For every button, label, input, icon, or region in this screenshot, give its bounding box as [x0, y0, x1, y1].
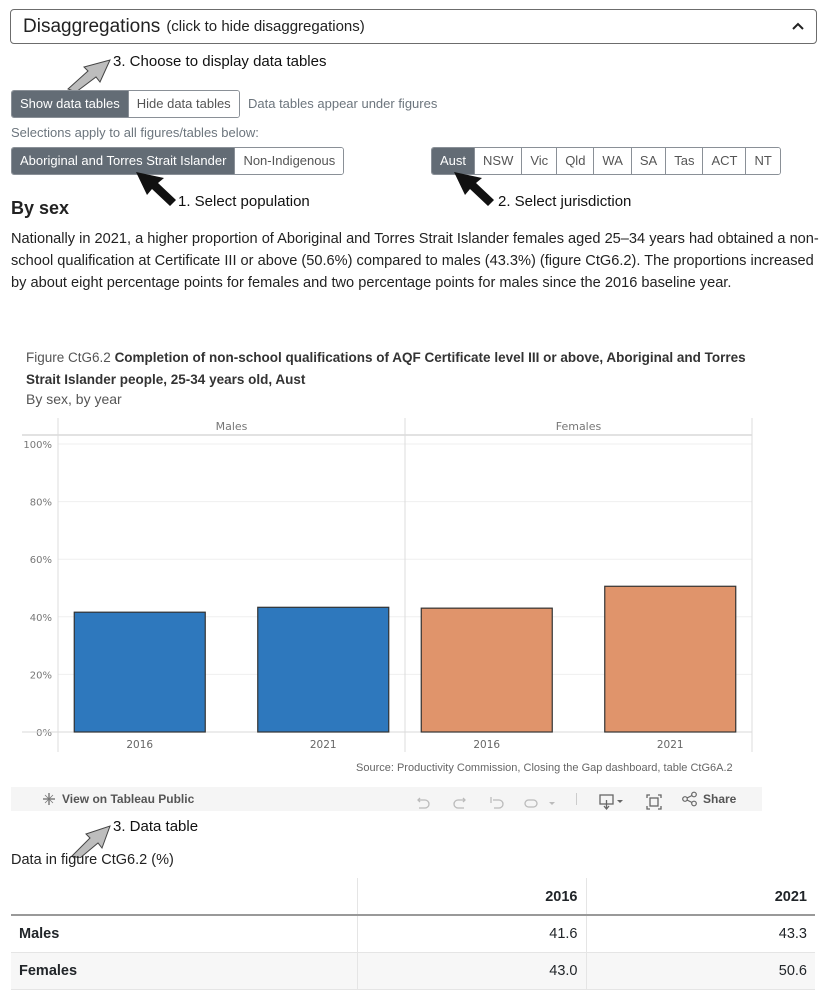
undo-icon[interactable] [415, 791, 431, 815]
pause-dropdown-icon[interactable] [547, 791, 557, 815]
jurisdiction-vic[interactable]: Vic [522, 148, 558, 174]
jurisdiction-tas[interactable]: Tas [666, 148, 704, 174]
bar-chart: 0% 20% 40% 60% 80% 100% Males 2016 2021 Females 20… [22, 418, 753, 752]
y-tick-label: 60% [30, 555, 52, 566]
refresh-icon[interactable] [523, 791, 539, 815]
bar-females-2021 [604, 585, 737, 733]
toolbar-divider [576, 793, 577, 805]
jurisdiction-sa[interactable]: SA [631, 148, 667, 174]
y-tick-label: 20% [30, 670, 52, 681]
share-label: Share [703, 792, 737, 806]
y-tick-label: 40% [30, 613, 52, 624]
figure-subtitle: By sex, by year [26, 391, 122, 407]
chevron-up-icon[interactable] [790, 18, 806, 34]
annotation-select-population: 1. Select population [178, 193, 310, 210]
figure-title: Figure CtG6.2 Completion of non-school q… [26, 347, 766, 391]
section-paragraph: Nationally in 2021, a higher proportion … [11, 231, 819, 291]
show-data-tables-button[interactable]: Show data tables [12, 91, 129, 117]
table-row: Males 41.6 43.3 [11, 915, 815, 952]
black-arrow-annotation-icon [454, 172, 494, 206]
jurisdiction-qld[interactable]: Qld [557, 148, 595, 174]
annotation-select-jurisdiction: 2. Select jurisdiction [498, 193, 632, 210]
figure-label: Figure CtG6.2 [26, 350, 111, 365]
data-tables-toggle-group: Show data tables Hide data tables [11, 90, 240, 118]
bar-females-2016 [420, 607, 553, 733]
y-tick-label: 100% [23, 440, 52, 451]
revert-icon[interactable] [489, 791, 505, 815]
figure-title-text: Completion of non-school qualifications … [26, 350, 746, 387]
table-row: Females 43.0 50.6 [11, 952, 815, 989]
data-table-title: Data in figure CtG6.2 (%) [11, 852, 174, 868]
tableau-toolbar: View on Tableau Public Share [11, 787, 762, 811]
data-table-header-2021: 2021 [585, 878, 815, 916]
annotation-choose-tables: 3. Choose to display data tables [113, 53, 327, 70]
x-tick-label: 2016 [473, 739, 500, 751]
data-table-header-blank [11, 878, 357, 916]
bar-males-2016 [73, 611, 206, 733]
y-tick-label: 80% [30, 498, 52, 509]
data-tables-note: Data tables appear under figures [248, 96, 438, 111]
section-heading: By sex [11, 198, 70, 218]
view-on-tableau-link[interactable]: View on Tableau Public [41, 787, 194, 811]
black-arrow-annotation-icon [136, 172, 176, 206]
table-cell: 41.6 [356, 915, 586, 952]
disaggregations-toggle[interactable]: Disaggregations (click to hide disaggreg… [10, 9, 817, 44]
jurisdiction-nt[interactable]: NT [746, 148, 780, 174]
x-tick-label: 2021 [310, 739, 337, 751]
fullscreen-icon[interactable] [645, 790, 663, 814]
bar-males-2021 [257, 606, 390, 733]
table-cell: 43.3 [585, 915, 815, 952]
hide-data-tables-button[interactable]: Hide data tables [128, 91, 239, 117]
data-table-header-2016: 2016 [356, 878, 586, 916]
population-option-aboriginal[interactable]: Aboriginal and Torres Strait Islander [12, 148, 236, 174]
x-tick-label: 2016 [126, 739, 153, 751]
panel-header-label: Females [556, 420, 602, 433]
download-icon[interactable] [598, 790, 628, 814]
tableau-logo-icon [43, 793, 55, 805]
jurisdiction-wa[interactable]: WA [594, 148, 632, 174]
redo-icon[interactable] [452, 791, 468, 815]
share-icon [682, 791, 697, 807]
row-label: Females [19, 962, 78, 979]
gray-arrow-annotation-icon [67, 59, 111, 92]
table-cell: 43.0 [356, 952, 586, 989]
panel-header-label: Males [216, 420, 248, 433]
table-cell: 50.6 [585, 952, 815, 989]
population-option-non-indigenous[interactable]: Non-Indigenous [235, 148, 344, 174]
row-label: Males [19, 925, 60, 942]
y-tick-label: 0% [36, 728, 52, 739]
disaggregations-hint: (click to hide disaggregations) [166, 18, 365, 35]
data-table-header-row: 2016 2021 [11, 878, 815, 916]
x-tick-label: 2021 [657, 739, 684, 751]
jurisdiction-act[interactable]: ACT [703, 148, 747, 174]
disaggregations-title: Disaggregations [23, 15, 161, 37]
figure-source: Source: Productivity Commission, Closing… [356, 762, 733, 774]
view-on-tableau-label: View on Tableau Public [62, 792, 195, 806]
selections-note: Selections apply to all figures/tables b… [11, 125, 259, 140]
share-button[interactable]: Share [681, 787, 736, 811]
annotation-data-table: 3. Data table [113, 818, 199, 835]
data-table: 2016 2021 Males 41.6 43.3 Females 43.0 5… [11, 878, 815, 990]
